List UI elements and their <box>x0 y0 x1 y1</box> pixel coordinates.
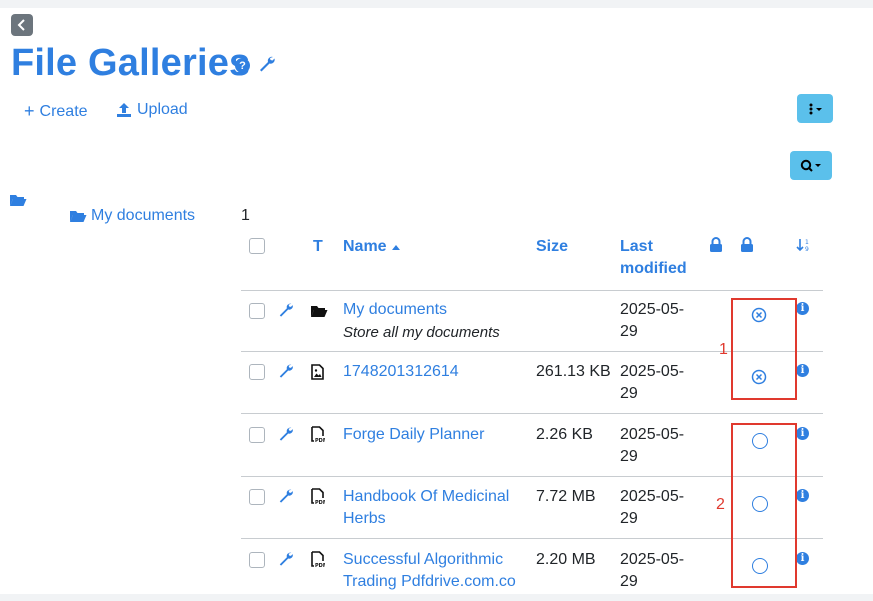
info-icon[interactable]: i <box>796 364 809 377</box>
annotation-label-1: 1 <box>719 341 728 358</box>
create-label: Create <box>39 102 88 120</box>
file-size: 261.13 KB <box>536 363 611 380</box>
lock-icon <box>741 237 753 252</box>
image-file-icon <box>311 364 324 380</box>
file-name-link[interactable]: Successful Algorithmic Trading Pdfdrive.… <box>343 549 516 593</box>
annotation-box-2 <box>731 423 797 588</box>
plus-icon: + <box>24 101 35 121</box>
last-modified: 2025-05- 29 <box>620 551 685 590</box>
last-modified: 2025-05- 29 <box>620 301 685 340</box>
chevron-left-icon <box>17 19 25 31</box>
back-button[interactable] <box>11 14 33 36</box>
last-modified: 2025-05- 29 <box>620 426 685 465</box>
lock-icon <box>710 237 722 252</box>
help-icon[interactable]: ? <box>235 58 250 73</box>
svg-text:PDF: PDF <box>315 438 325 443</box>
svg-text:PDF: PDF <box>315 500 325 505</box>
search-menu-button[interactable] <box>790 151 832 180</box>
folder-open-icon <box>311 306 328 317</box>
row-divider <box>241 413 823 414</box>
actions-menu-button[interactable] <box>797 94 833 123</box>
pdf-file-icon: PDF <box>311 551 325 568</box>
file-size: 2.26 KB <box>536 426 593 443</box>
gallery-count: 1 <box>241 207 250 224</box>
sort-up-icon <box>392 245 401 250</box>
wrench-icon[interactable] <box>278 551 294 567</box>
file-size: 7.72 MB <box>536 488 596 505</box>
row-checkbox[interactable] <box>249 364 265 380</box>
bottom-bar <box>0 594 873 601</box>
info-icon[interactable]: i <box>796 302 809 315</box>
info-icon[interactable]: i <box>796 489 809 502</box>
upload-label: Upload <box>137 101 188 118</box>
wrench-icon[interactable] <box>258 55 276 73</box>
upload-icon <box>117 103 131 117</box>
folder-open-icon <box>70 211 87 222</box>
annotation-label-2: 2 <box>716 496 725 513</box>
svg-text:1: 1 <box>805 239 809 246</box>
column-header-name[interactable]: Name <box>343 236 401 258</box>
file-name-link[interactable]: Forge Daily Planner <box>343 424 484 446</box>
file-description: Store all my documents <box>343 324 500 341</box>
file-name-link[interactable]: 1748201312614 <box>343 361 459 383</box>
folder-open-icon[interactable] <box>9 193 27 207</box>
last-modified: 2025-05- 29 <box>620 488 685 527</box>
wrench-icon[interactable] <box>278 488 294 504</box>
info-icon[interactable]: i <box>796 427 809 440</box>
row-checkbox[interactable] <box>249 303 265 319</box>
file-name-link[interactable]: Handbook Of Medicinal Herbs <box>343 486 509 530</box>
wrench-icon[interactable] <box>278 302 294 318</box>
row-checkbox[interactable] <box>249 552 265 568</box>
select-all-checkbox[interactable] <box>249 238 265 254</box>
row-checkbox[interactable] <box>249 427 265 443</box>
last-modified: 2025-05- 29 <box>620 363 685 402</box>
row-checkbox[interactable] <box>249 489 265 505</box>
tree-item-my-documents[interactable]: My documents <box>69 207 195 225</box>
pdf-file-icon: PDF <box>311 488 325 505</box>
wrench-icon[interactable] <box>278 426 294 442</box>
wrench-icon[interactable] <box>278 363 294 379</box>
svg-text:PDF: PDF <box>315 563 325 568</box>
column-header-last-modified[interactable]: Last modified <box>620 236 687 280</box>
row-divider <box>241 290 823 291</box>
column-header-type[interactable]: T <box>313 236 323 258</box>
sort-options-icon[interactable]: 19 <box>796 238 814 252</box>
annotation-box-1 <box>731 298 797 400</box>
svg-text:9: 9 <box>805 246 809 252</box>
page-title: File Galleries <box>11 42 251 84</box>
tree-item-label: My documents <box>91 207 196 224</box>
pdf-file-icon: PDF <box>311 426 325 443</box>
top-bar <box>0 0 873 8</box>
search-icon <box>800 159 821 172</box>
create-link[interactable]: + Create <box>24 101 88 122</box>
kebab-menu-icon <box>809 103 822 114</box>
info-icon[interactable]: i <box>796 552 809 565</box>
file-size: 2.20 MB <box>536 551 596 568</box>
file-name-link[interactable]: My documents <box>343 299 447 321</box>
column-header-size[interactable]: Size <box>536 236 568 258</box>
upload-link[interactable]: Upload <box>116 101 188 119</box>
